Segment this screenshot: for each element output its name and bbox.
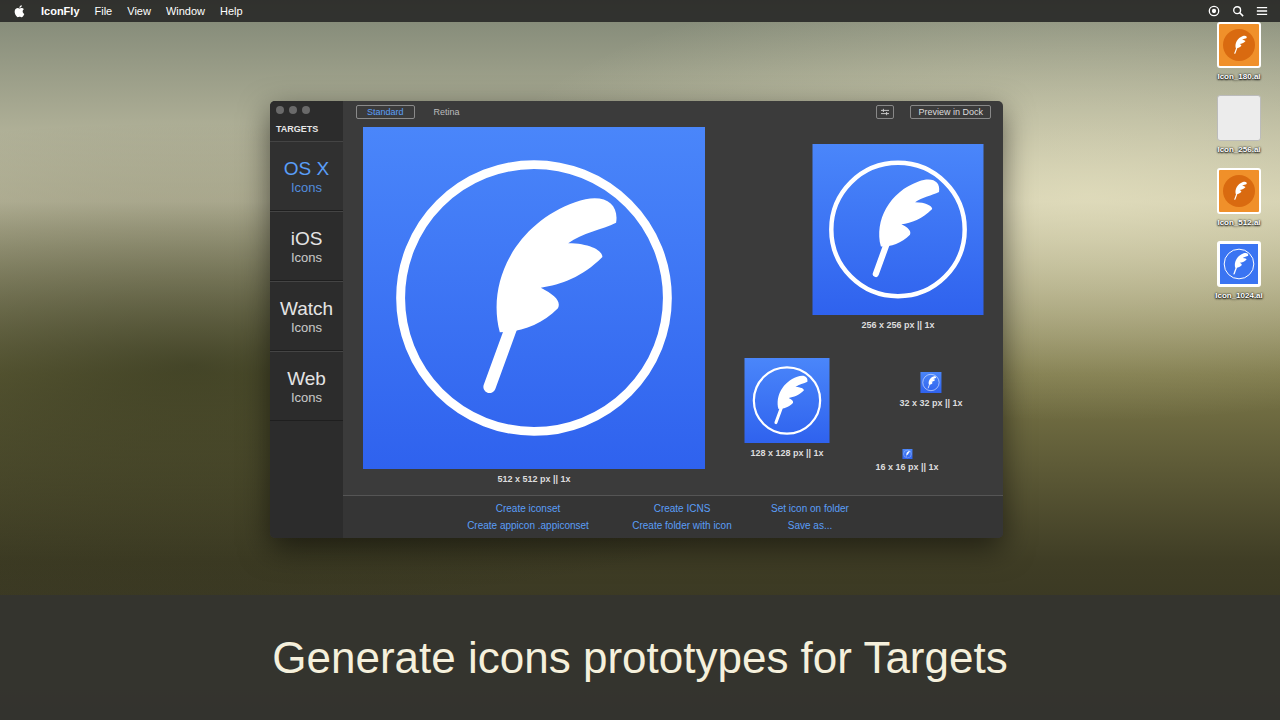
icon-preview: 512 x 512 px || 1x — [363, 127, 705, 484]
action-link[interactable]: Set icon on folder — [741, 503, 879, 514]
preview-file-icon — [1217, 241, 1261, 287]
blank-file-icon — [1217, 95, 1261, 141]
feather-icon — [902, 449, 912, 459]
icon-preview: 128 x 128 px || 1x — [745, 358, 830, 458]
file-label: Icon_180.ai — [1217, 72, 1260, 81]
window-controls — [270, 101, 343, 118]
desktop-file[interactable]: Icon_256.ai — [1204, 95, 1274, 154]
main-panel: Standard Retina Preview in Dock 512 x 512… — [343, 101, 1003, 538]
icon-image — [363, 127, 705, 469]
size-label: 128 x 128 px || 1x — [750, 448, 823, 458]
apple-icon[interactable] — [14, 4, 26, 18]
menu-bar: IconFly File View Window Help — [0, 0, 1280, 22]
settings-button[interactable] — [876, 105, 894, 119]
size-label: 512 x 512 px || 1x — [497, 474, 570, 484]
file-label: Icon_512.ai — [1217, 218, 1260, 227]
screen: IconFly File View Window Help Icon_180.ai I… — [0, 0, 1280, 720]
icon-preview: 256 x 256 px || 1x — [813, 144, 984, 330]
icon-image — [813, 144, 984, 315]
action-link[interactable]: Create folder with icon — [623, 520, 741, 531]
zoom-button[interactable] — [302, 106, 310, 114]
menu-item[interactable]: Window — [166, 5, 205, 17]
preview-canvas: 512 x 512 px || 1x 256 x 256 px || 1x 12… — [343, 123, 1003, 495]
desktop-file[interactable]: Icon_512.ai — [1204, 168, 1274, 227]
ai-file-icon — [1217, 22, 1261, 68]
list-icon[interactable] — [1256, 5, 1268, 17]
icon-image — [902, 449, 912, 459]
icon-image — [745, 358, 830, 443]
desktop-icons: Icon_180.ai Icon_256.ai Icon_512.ai Icon… — [1204, 22, 1274, 300]
minimize-button[interactable] — [289, 106, 297, 114]
feather-icon — [1223, 175, 1255, 207]
file-label: Icon_1024.ai — [1215, 291, 1263, 300]
action-link[interactable]: Create iconset — [433, 503, 623, 514]
desktop: Icon_180.ai Icon_256.ai Icon_512.ai Icon… — [0, 22, 1280, 595]
sidebar-title: TARGETS — [270, 118, 343, 141]
size-label: 16 x 16 px || 1x — [875, 462, 938, 472]
feather-icon — [813, 144, 984, 315]
feather-icon — [921, 372, 942, 393]
feather-icon — [1220, 244, 1258, 284]
icon-image — [921, 372, 942, 393]
feather-icon — [1223, 29, 1255, 61]
close-button[interactable] — [276, 106, 284, 114]
sidebar: TARGETS OS X IconsiOS IconsWatch IconsWe… — [270, 101, 343, 538]
desktop-file[interactable]: Icon_180.ai — [1204, 22, 1274, 81]
icon-preview: 32 x 32 px || 1x — [899, 372, 962, 408]
desktop-file[interactable]: Icon_1024.ai — [1204, 241, 1274, 300]
ai-file-icon — [1217, 168, 1261, 214]
sliders-icon — [880, 108, 890, 116]
toolbar: Standard Retina Preview in Dock — [343, 101, 1003, 123]
menu-item[interactable]: File — [95, 5, 113, 17]
target-list: OS X IconsiOS IconsWatch IconsWeb Icons — [270, 141, 343, 421]
app-window: TARGETS OS X IconsiOS IconsWatch IconsWe… — [270, 101, 1003, 538]
feather-icon — [745, 358, 830, 443]
feather-icon — [363, 127, 705, 469]
caption: Generate icons prototypes for Targets — [272, 633, 1007, 683]
icon-preview: 16 x 16 px || 1x — [875, 449, 938, 472]
size-label: 32 x 32 px || 1x — [899, 398, 962, 408]
mode-switch: Standard Retina — [356, 105, 471, 119]
action-link[interactable]: Save as... — [741, 520, 879, 531]
target-item[interactable]: iOS Icons — [270, 211, 343, 281]
target-item[interactable]: Watch Icons — [270, 281, 343, 351]
menu-item[interactable]: Help — [220, 5, 243, 17]
action-link[interactable]: Create appicon .appiconset — [433, 520, 623, 531]
menu-item[interactable]: View — [127, 5, 151, 17]
caption-band: Generate icons prototypes for Targets — [0, 595, 1280, 720]
mode-tab[interactable]: Retina — [423, 105, 471, 119]
action-link[interactable]: Create ICNS — [623, 503, 741, 514]
file-label: Icon_256.ai — [1217, 145, 1260, 154]
preview-in-dock-button[interactable]: Preview in Dock — [910, 105, 991, 119]
app-menu[interactable]: IconFly — [41, 5, 80, 17]
target-item[interactable]: Web Icons — [270, 351, 343, 421]
action-bar: Create iconsetCreate ICNSSet icon on fol… — [343, 495, 1003, 538]
size-label: 256 x 256 px || 1x — [861, 320, 934, 330]
status-icon[interactable] — [1208, 5, 1220, 17]
target-item[interactable]: OS X Icons — [270, 141, 343, 211]
search-icon[interactable] — [1232, 5, 1244, 17]
mode-tab[interactable]: Standard — [356, 105, 415, 119]
